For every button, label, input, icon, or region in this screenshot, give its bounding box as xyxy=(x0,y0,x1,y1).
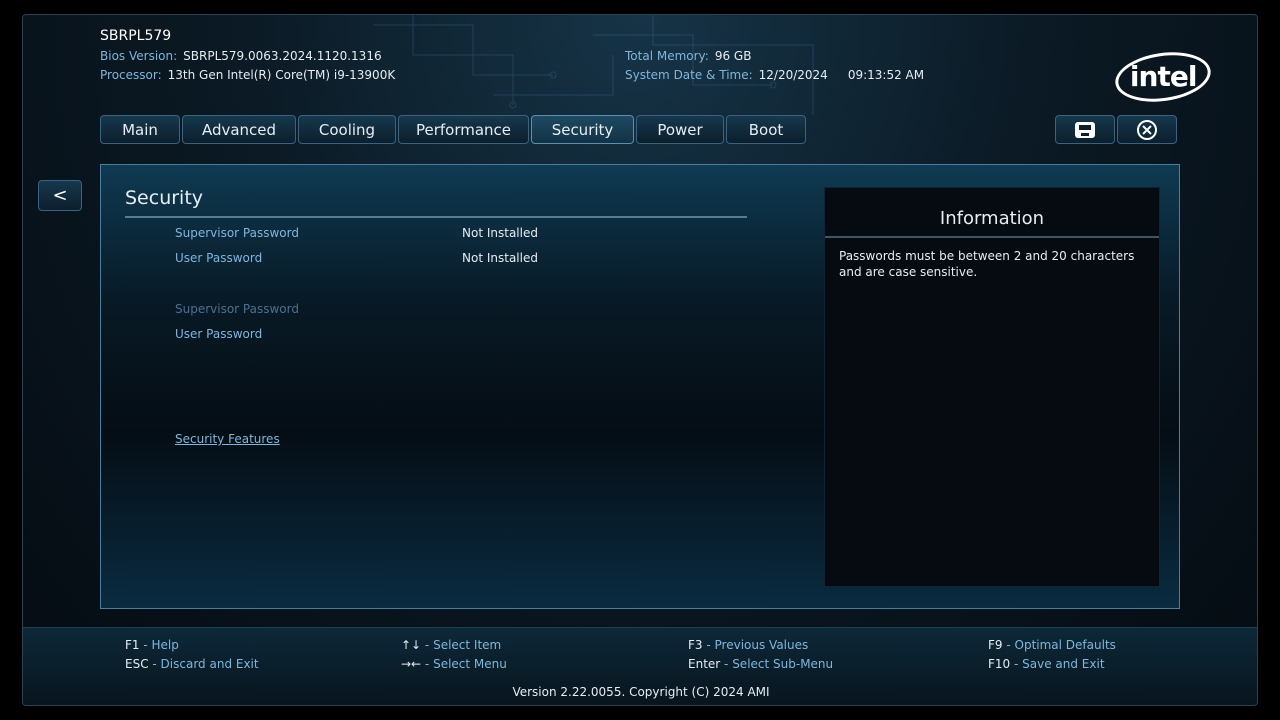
help-key-f1: F1 - Help xyxy=(125,638,179,652)
information-text: Passwords must be between 2 and 20 chara… xyxy=(839,249,1135,279)
tab-power[interactable]: Power xyxy=(636,115,724,144)
date-value[interactable]: 12/20/2024 xyxy=(759,68,828,82)
supervisor-password-status-label: Supervisor Password xyxy=(175,226,299,240)
version-text: Version 2.22.0055. Copyright (C) 2024 AM… xyxy=(512,685,770,699)
information-panel: Information Passwords must be between 2 … xyxy=(824,187,1160,587)
memory-info: Total Memory: 96 GB xyxy=(625,49,751,63)
key-separator: - xyxy=(421,657,434,671)
exit-button[interactable] xyxy=(1117,115,1177,144)
help-key-leftright: →← - Select Menu xyxy=(401,657,507,671)
key-name: F3 xyxy=(688,638,703,652)
key-description: Select Item xyxy=(433,638,502,652)
supervisor-password-status-value: Not Installed xyxy=(462,226,538,240)
key-separator: - xyxy=(720,657,733,671)
footer-help-bar: F1 - Help ESC - Discard and Exit ↑↓ - Se… xyxy=(23,627,1257,705)
key-name: ↑↓ xyxy=(401,638,422,652)
key-name: F1 xyxy=(125,638,140,652)
tab-advanced[interactable]: Advanced xyxy=(182,115,296,144)
set-supervisor-password-item: Supervisor Password xyxy=(175,302,299,316)
main-tabs: Main Advanced Cooling Performance Securi… xyxy=(100,115,808,144)
help-key-enter: Enter - Select Sub-Menu xyxy=(688,657,833,671)
intel-logo-text: intel xyxy=(1129,59,1197,93)
help-key-f10: F10 - Save and Exit xyxy=(988,657,1105,671)
bios-version: Bios Version: SBRPL579.0063.2024.1120.131… xyxy=(100,49,382,63)
tab-cooling[interactable]: Cooling xyxy=(298,115,396,144)
key-separator: - xyxy=(702,638,715,652)
security-features-link[interactable]: Security Features xyxy=(175,432,280,446)
title-divider xyxy=(125,216,747,218)
key-separator: - xyxy=(421,638,434,652)
key-name: F10 xyxy=(988,657,1011,671)
key-description: Help xyxy=(151,638,179,652)
key-name: Enter xyxy=(688,657,721,671)
help-key-f9: F9 - Optimal Defaults xyxy=(988,638,1116,652)
help-key-updown: ↑↓ - Select Item xyxy=(401,638,501,652)
key-separator: - xyxy=(139,638,152,652)
processor-info: Processor: 13th Gen Intel(R) Core(TM) i9-… xyxy=(100,68,395,82)
help-key-esc: ESC - Discard and Exit xyxy=(125,657,259,671)
user-password-status-label: User Password xyxy=(175,251,263,265)
memory-label: Total Memory: xyxy=(625,49,709,63)
memory-value: 96 GB xyxy=(714,49,752,63)
key-separator: - xyxy=(148,657,161,671)
key-description: Save and Exit xyxy=(1022,657,1105,671)
page-title: Security xyxy=(125,187,204,209)
close-icon xyxy=(1137,119,1157,140)
key-description: Select Sub-Menu xyxy=(732,657,834,671)
bios-version-value: SBRPL579.0063.2024.1120.1316 xyxy=(183,49,382,63)
key-name: →← xyxy=(401,657,422,671)
save-icon xyxy=(1075,121,1095,138)
back-button[interactable]: < xyxy=(38,180,82,211)
set-user-password-item[interactable]: User Password xyxy=(175,327,262,341)
tab-performance[interactable]: Performance xyxy=(398,115,529,144)
tab-main[interactable]: Main xyxy=(100,115,180,144)
tab-boot[interactable]: Boot xyxy=(726,115,806,144)
key-separator: - xyxy=(1002,638,1015,652)
processor-label: Processor: xyxy=(100,68,162,82)
key-description: Previous Values xyxy=(714,638,809,652)
key-description: Discard and Exit xyxy=(160,657,259,671)
information-divider xyxy=(825,236,1159,238)
datetime-label: System Date & Time: xyxy=(625,68,753,82)
intel-logo: intel xyxy=(1112,46,1214,108)
key-description: Select Menu xyxy=(433,657,507,671)
datetime-info: System Date & Time: 12/20/2024 09:13:52 AM xyxy=(625,68,924,82)
system-title: SBRPL579 xyxy=(100,28,172,44)
user-password-status-value: Not Installed xyxy=(462,251,538,265)
key-description: Optimal Defaults xyxy=(1014,638,1116,652)
processor-value: 13th Gen Intel(R) Core(TM) i9-13900K xyxy=(167,68,396,82)
main-panel: Security Supervisor Password Not Install… xyxy=(100,164,1180,609)
time-value[interactable]: 09:13:52 AM xyxy=(848,68,924,82)
tab-security[interactable]: Security xyxy=(531,115,634,144)
key-separator: - xyxy=(1010,657,1023,671)
information-title: Information xyxy=(939,208,1045,229)
help-key-f3: F3 - Previous Values xyxy=(688,638,808,652)
bios-window: SBRPL579 Bios Version: SBRPL579.0063.2024… xyxy=(22,14,1258,706)
bios-version-label: Bios Version: xyxy=(100,49,178,63)
save-button[interactable] xyxy=(1055,115,1115,144)
key-name: F9 xyxy=(988,638,1003,652)
key-name: ESC xyxy=(125,657,149,671)
